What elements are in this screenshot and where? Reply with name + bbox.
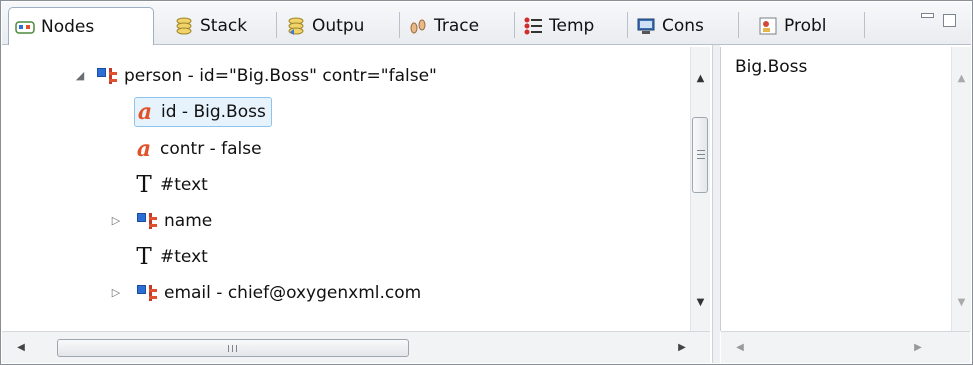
- tree-row[interactable]: ◢ person - id="Big.Boss" contr="false": [74, 59, 437, 93]
- collapsed-arrow-icon[interactable]: ▷: [110, 215, 122, 227]
- tree-row-label: #text: [160, 175, 208, 195]
- scroll-down-icon[interactable]: ▼: [691, 293, 710, 313]
- tab-stack[interactable]: Stack: [168, 8, 274, 44]
- tree-row[interactable]: T #text: [134, 240, 208, 274]
- scroll-down-icon[interactable]: ▼: [952, 293, 971, 313]
- value-horizontal-scrollbar[interactable]: ◀ ▶: [721, 331, 970, 363]
- tab-label: Probl: [784, 16, 827, 36]
- attribute-icon: a: [137, 99, 153, 125]
- tab-divider: [864, 12, 865, 38]
- tab-trace[interactable]: Trace: [402, 8, 512, 44]
- nodes-view-panel: Nodes Stack Outpu Trace Temp Cons Probl …: [0, 0, 973, 365]
- tab-label: Cons: [662, 16, 704, 36]
- node-tree: ◢ person - id="Big.Boss" contr="false" a…: [4, 47, 710, 331]
- expanded-arrow-icon[interactable]: ◢: [74, 70, 86, 82]
- tab-divider: [738, 12, 739, 38]
- stack-icon: [174, 16, 194, 36]
- pane-splitter[interactable]: [712, 45, 720, 363]
- element-icon: [136, 283, 158, 303]
- view-tab-bar: Nodes Stack Outpu Trace Temp Cons Probl: [2, 2, 971, 45]
- collapsed-arrow-icon[interactable]: ▷: [110, 287, 122, 299]
- text-node-icon: T: [136, 244, 152, 270]
- element-icon: [136, 211, 158, 231]
- selected-node[interactable]: a id - Big.Boss: [134, 97, 272, 127]
- output-icon: [286, 16, 306, 36]
- tree-vertical-scrollbar[interactable]: ▲ ▼: [690, 47, 710, 331]
- console-icon: [636, 16, 656, 36]
- tab-label: Stack: [200, 16, 248, 36]
- scroll-thumb[interactable]: [57, 339, 409, 357]
- tree-row-label: name: [164, 211, 213, 231]
- trace-icon: [408, 16, 428, 36]
- tab-divider: [514, 12, 515, 38]
- node-value-panel: Big.Boss ▲ ▼: [720, 47, 971, 331]
- tab-label: Nodes: [41, 16, 95, 37]
- tree-row-label: contr - false: [160, 139, 262, 159]
- tab-templates[interactable]: Temp: [517, 8, 625, 44]
- tab-divider: [399, 12, 400, 38]
- scroll-right-icon[interactable]: ▶: [907, 332, 929, 363]
- tab-label: Trace: [434, 16, 480, 36]
- tab-problems[interactable]: Probl: [752, 8, 862, 44]
- tree-row[interactable]: a id - Big.Boss: [134, 95, 272, 129]
- scroll-left-icon[interactable]: ◀: [10, 332, 32, 363]
- node-value-text: Big.Boss: [735, 57, 808, 77]
- maximize-icon[interactable]: [943, 14, 956, 27]
- text-node-icon: T: [136, 172, 152, 198]
- tab-divider: [276, 12, 277, 38]
- tree-row[interactable]: a contr - false: [134, 132, 262, 166]
- tree-row[interactable]: ▷ name: [110, 204, 212, 238]
- templates-icon: [523, 16, 543, 36]
- problems-icon: [758, 16, 778, 36]
- scroll-right-icon[interactable]: ▶: [671, 332, 693, 363]
- scroll-up-icon[interactable]: ▲: [691, 69, 710, 89]
- tab-console[interactable]: Cons: [630, 8, 734, 44]
- scroll-thumb[interactable]: [692, 117, 708, 193]
- tree-row-label: email - chief@oxygenxml.com: [164, 283, 422, 303]
- attribute-icon: a: [136, 136, 152, 162]
- tab-divider: [627, 12, 628, 38]
- tab-nodes[interactable]: Nodes: [8, 7, 154, 45]
- tree-row-label: person - id="Big.Boss" contr="false": [124, 66, 437, 86]
- tab-output[interactable]: Outpu: [280, 8, 396, 44]
- scroll-up-icon[interactable]: ▲: [952, 69, 971, 89]
- value-vertical-scrollbar[interactable]: ▲ ▼: [951, 47, 971, 331]
- tab-label: Temp: [549, 16, 595, 36]
- tree-horizontal-scrollbar[interactable]: ◀ ▶: [2, 331, 710, 363]
- tree-row[interactable]: ▷ email - chief@oxygenxml.com: [110, 276, 421, 310]
- element-icon: [96, 66, 118, 86]
- tab-label: Outpu: [312, 16, 365, 36]
- tree-row[interactable]: T #text: [134, 168, 208, 202]
- scroll-left-icon[interactable]: ◀: [729, 332, 751, 363]
- nodes-icon: [15, 17, 35, 37]
- tree-row-label: id - Big.Boss: [161, 102, 266, 122]
- minimize-icon[interactable]: [921, 13, 934, 18]
- tree-row-label: #text: [160, 247, 208, 267]
